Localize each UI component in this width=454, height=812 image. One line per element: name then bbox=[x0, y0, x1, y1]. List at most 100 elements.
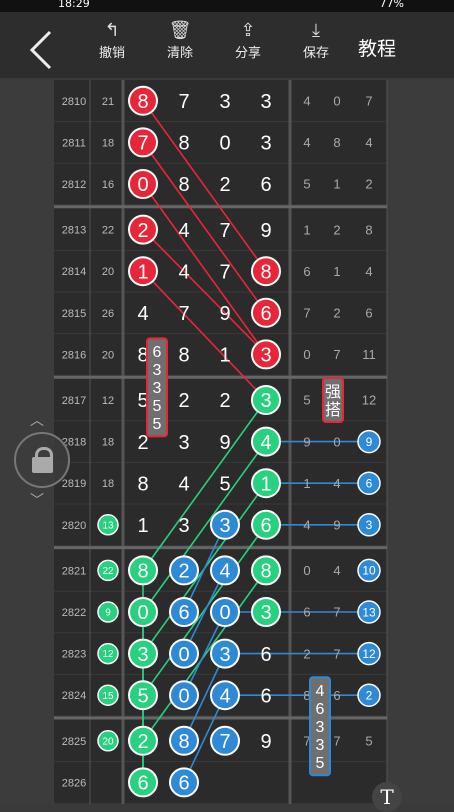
main-digit: 1 bbox=[137, 515, 148, 537]
extra-digit: 6 bbox=[303, 264, 310, 279]
extra-digit: 1 bbox=[303, 476, 310, 491]
extra-digit: 6 bbox=[366, 477, 373, 491]
annotation-box-1-char: 6 bbox=[153, 344, 162, 361]
annotation-box-3-char: 3 bbox=[316, 719, 325, 736]
main-digit: 3 bbox=[219, 644, 230, 666]
extra-digit: 11 bbox=[362, 347, 376, 362]
annotation-box-3-char: 4 bbox=[316, 683, 325, 700]
row-id: 2826 bbox=[62, 777, 86, 789]
annotation-box-3-char: 6 bbox=[316, 701, 325, 718]
row-id: 2824 bbox=[62, 690, 86, 702]
row-sum: 12 bbox=[102, 395, 114, 407]
main-digit: 6 bbox=[137, 773, 148, 795]
extra-digit: 5 bbox=[303, 177, 310, 192]
extra-digit: 0 bbox=[333, 434, 340, 449]
extra-digit: 4 bbox=[303, 517, 310, 532]
main-digit: 7 bbox=[137, 133, 148, 155]
extra-digit: 7 bbox=[333, 605, 340, 620]
row-id: 2823 bbox=[62, 649, 86, 661]
extra-digit: 4 bbox=[333, 476, 340, 491]
row-sum-circled: 15 bbox=[102, 691, 114, 702]
extra-digit: 13 bbox=[362, 605, 376, 619]
main-digit: 8 bbox=[260, 561, 271, 583]
row-sum: 20 bbox=[102, 266, 114, 278]
extra-digit: 8 bbox=[365, 222, 372, 237]
main-digit: 8 bbox=[178, 731, 189, 753]
extra-digit: 2 bbox=[366, 689, 373, 703]
chevron-down-icon[interactable]: ﹀ bbox=[30, 490, 44, 510]
main-digit: 0 bbox=[178, 644, 189, 666]
row-id: 2821 bbox=[62, 565, 86, 577]
row-id: 2813 bbox=[62, 225, 86, 237]
main-digit: 3 bbox=[178, 432, 189, 454]
main-digit: 2 bbox=[178, 390, 189, 412]
row-sum: 26 bbox=[102, 308, 114, 320]
main-digit: 8 bbox=[178, 174, 189, 196]
main-digit: 6 bbox=[178, 773, 189, 795]
main-digit: 2 bbox=[219, 390, 230, 412]
main-digit: 2 bbox=[137, 220, 148, 242]
main-digit: 7 bbox=[219, 220, 230, 242]
green-connector-line bbox=[142, 569, 267, 742]
main-digit: 9 bbox=[260, 731, 271, 753]
annotation-box-1-char: 5 bbox=[153, 398, 162, 415]
main-digit: 6 bbox=[260, 685, 271, 707]
red-connector-line bbox=[142, 141, 267, 314]
extra-digit: 10 bbox=[362, 564, 376, 578]
extra-digit: 1 bbox=[333, 264, 340, 279]
row-sum-circled: 9 bbox=[105, 608, 111, 619]
main-digit: 5 bbox=[219, 473, 230, 495]
main-digit: 5 bbox=[137, 685, 148, 707]
extra-digit: 5 bbox=[303, 393, 310, 408]
main-digit: 4 bbox=[137, 303, 148, 325]
main-digit: 0 bbox=[137, 174, 148, 196]
row-id: 2812 bbox=[62, 179, 86, 191]
main-digit: 3 bbox=[219, 91, 230, 113]
number-grid[interactable]: 2810 21 8 7 3 3 4 0 72811 18 7 8 0 3 4 8 42812 16 0 8 2 6 5 1 22… bbox=[0, 0, 454, 804]
extra-digit: 9 bbox=[366, 435, 373, 449]
extra-digit: 4 bbox=[365, 135, 372, 150]
main-digit: 7 bbox=[178, 91, 189, 113]
main-digit: 3 bbox=[260, 390, 271, 412]
main-digit: 6 bbox=[260, 174, 271, 196]
main-digit: 1 bbox=[260, 473, 271, 495]
extra-digit: 9 bbox=[303, 434, 310, 449]
extra-digit: 7 bbox=[365, 93, 372, 108]
main-digit: 3 bbox=[260, 602, 271, 624]
extra-digit: 6 bbox=[303, 605, 310, 620]
main-digit: 3 bbox=[260, 91, 271, 113]
extra-digit: 6 bbox=[365, 305, 372, 320]
main-digit: 3 bbox=[178, 515, 189, 537]
lock-icon[interactable] bbox=[14, 432, 70, 488]
main-digit: 2 bbox=[178, 561, 189, 583]
extra-digit: 1 bbox=[333, 177, 340, 192]
extra-digit: 6 bbox=[333, 688, 340, 703]
extra-digit: 7 bbox=[333, 347, 340, 362]
main-digit: 9 bbox=[260, 220, 271, 242]
main-digit: 8 bbox=[178, 133, 189, 155]
main-digit: 6 bbox=[178, 602, 189, 624]
main-digit: 8 bbox=[137, 473, 148, 495]
row-sum: 16 bbox=[102, 179, 114, 191]
text-tool-icon[interactable]: T bbox=[372, 782, 402, 812]
main-digit: 7 bbox=[219, 261, 230, 283]
chevron-up-icon[interactable]: ︿ bbox=[30, 410, 44, 430]
row-sum: 18 bbox=[102, 137, 114, 149]
extra-digit: 5 bbox=[365, 733, 372, 748]
extra-digit: 0 bbox=[303, 563, 310, 578]
annotation-box-1-char: 3 bbox=[153, 362, 162, 379]
annotation-box-2-char: 搭 bbox=[325, 401, 341, 419]
row-id: 2819 bbox=[62, 478, 86, 490]
main-digit: 0 bbox=[219, 602, 230, 624]
main-digit: 3 bbox=[219, 515, 230, 537]
row-id: 2820 bbox=[62, 520, 86, 532]
row-id: 2825 bbox=[62, 736, 86, 748]
main-digit: 3 bbox=[260, 345, 271, 367]
main-digit: 3 bbox=[260, 133, 271, 155]
main-digit: 3 bbox=[137, 644, 148, 666]
extra-digit: 4 bbox=[303, 135, 310, 150]
extra-digit: 2 bbox=[333, 222, 340, 237]
extra-digit: 0 bbox=[303, 347, 310, 362]
annotation-box-3-char: 5 bbox=[316, 755, 325, 772]
row-id: 2814 bbox=[62, 266, 86, 278]
